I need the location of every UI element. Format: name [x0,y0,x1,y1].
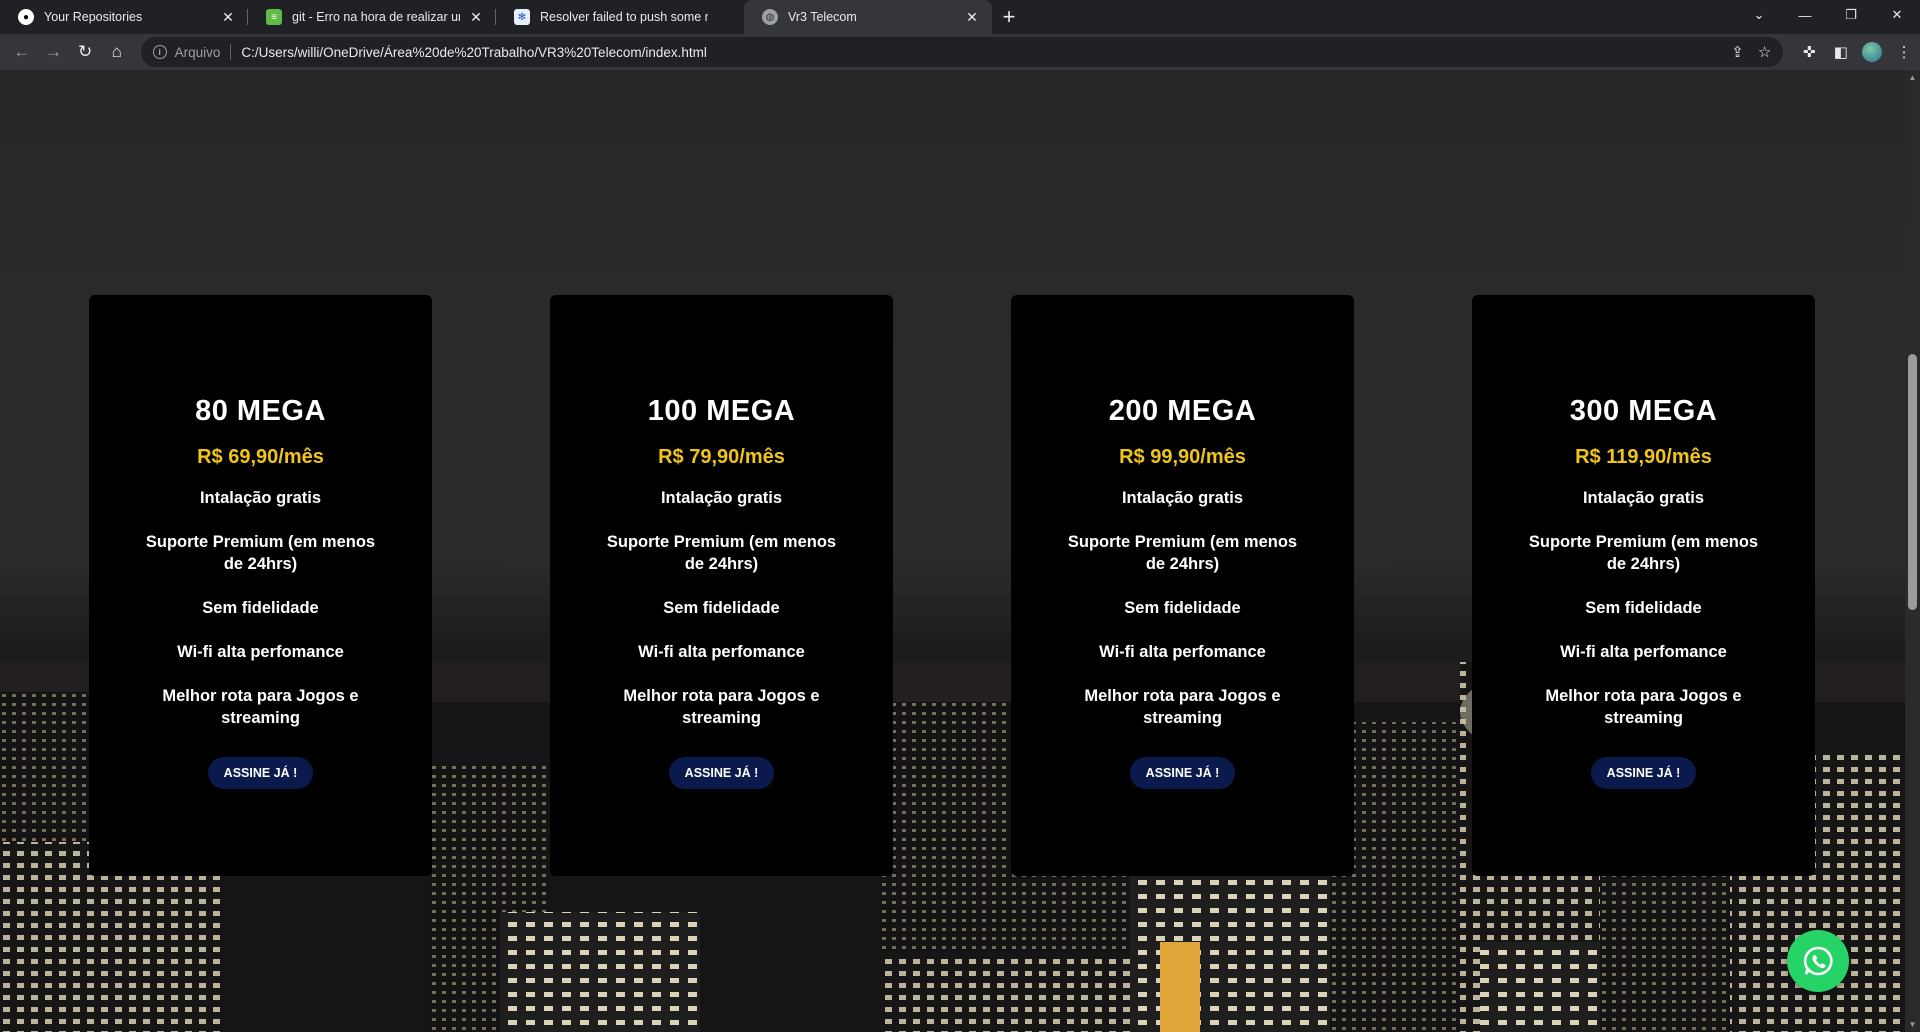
scroll-down-arrow[interactable]: ▼ [1905,1017,1920,1032]
close-window-button[interactable]: ✕ [1874,0,1920,30]
close-icon[interactable] [716,9,732,25]
feature-item: Suporte Premium (em menos de 24hrs) [145,533,376,573]
close-icon[interactable]: ✕ [468,9,484,25]
feature-list: Intalação gratis Suporte Premium (em men… [550,487,893,729]
new-tab-button[interactable]: + [992,0,1026,34]
close-icon[interactable]: ✕ [964,9,980,25]
tab-search-icon[interactable]: ⌄ [1736,0,1782,30]
plan-price: R$ 79,90/mês [658,446,785,468]
tab-strip: ● Your Repositories ✕ ≡ git - Erro na ho… [0,0,1920,34]
stackoverflow-icon: ≡ [266,9,282,25]
feature-item: Melhor rota para Jogos e streaming [162,687,359,727]
plan-title: 100 MEGA [647,395,796,427]
window-controls: ⌄ — ❐ ✕ [1736,0,1920,30]
scrollbar-thumb[interactable] [1908,354,1917,610]
plan-title: 80 MEGA [195,395,326,427]
feature-item: Intalação gratis [199,489,322,507]
tab-your-repositories[interactable]: ● Your Repositories ✕ [0,0,248,34]
feature-item: Melhor rota para Jogos e streaming [623,687,820,727]
page-viewport: 80 MEGA R$ 69,90/mês Intalação gratis Su… [0,70,1905,1032]
side-panel-icon[interactable]: ◧ [1825,38,1857,66]
close-icon[interactable]: ✕ [220,9,236,25]
tab-git-erro[interactable]: ≡ git - Erro na hora de realizar um ✕ [248,0,496,34]
feature-item: Sem fidelidade [1585,599,1702,617]
feature-item: Intalação gratis [1121,489,1244,507]
plan-card-200: 200 MEGA R$ 99,90/mês Intalação gratis S… [1011,295,1354,876]
scheme-label: Arquivo [174,44,221,60]
tab-title: Your Repositories [44,10,143,24]
feature-list: Intalação gratis Suporte Premium (em men… [89,487,432,729]
profile-avatar[interactable] [1857,38,1889,66]
back-button[interactable]: ← [6,38,38,66]
whatsapp-icon [1803,946,1833,976]
feature-item: Wi-fi alta perfomance [638,643,805,661]
feature-item: Wi-fi alta perfomance [177,643,344,661]
plan-price: R$ 99,90/mês [1119,446,1246,468]
github-icon: ● [18,9,34,25]
plan-title: 300 MEGA [1569,395,1718,427]
subscribe-button[interactable]: ASSINE JÁ ! [668,757,775,789]
feature-item: Sem fidelidade [1124,599,1241,617]
feature-item: Suporte Premium (em menos de 24hrs) [1528,533,1759,573]
feature-item: Melhor rota para Jogos e streaming [1084,687,1281,727]
subscribe-button[interactable]: ASSINE JÁ ! [207,757,314,789]
plan-title: 200 MEGA [1108,395,1257,427]
url-text[interactable]: C:/Users/willi/OneDrive/Área%20de%20Trab… [241,45,1717,60]
feature-item: Intalação gratis [660,489,783,507]
tab-title: Resolver failed to push some refs [540,10,708,24]
feature-item: Wi-fi alta perfomance [1560,643,1727,661]
plan-card-100: 100 MEGA R$ 79,90/mês Intalação gratis S… [550,295,893,876]
scroll-up-arrow[interactable]: ▲ [1905,70,1920,85]
tab-title: Vr3 Telecom [788,10,857,24]
reload-button[interactable]: ↻ [69,38,101,66]
address-bar[interactable]: i Arquivo C:/Users/willi/OneDrive/Área%2… [140,37,1784,67]
feature-item: Sem fidelidade [202,599,319,617]
subscribe-button[interactable]: ASSINE JÁ ! [1590,757,1697,789]
feature-item: Sem fidelidade [663,599,780,617]
restore-button[interactable]: ❐ [1828,0,1874,30]
avatar [1862,42,1883,62]
globe-icon: ◍ [762,9,778,25]
feature-item: Melhor rota para Jogos e streaming [1545,687,1742,727]
plan-price: R$ 119,90/mês [1575,446,1712,468]
divider [230,44,232,60]
site-icon: ✻ [514,9,530,25]
info-icon[interactable]: i [152,45,167,59]
browser-toolbar: ← → ↻ ⌂ i Arquivo C:/Users/willi/OneDriv… [0,34,1920,70]
plan-card-300: 300 MEGA R$ 119,90/mês Intalação gratis … [1472,295,1815,876]
feature-item: Suporte Premium (em menos de 24hrs) [606,533,837,573]
home-button[interactable]: ⌂ [101,38,133,66]
bookmark-star-icon[interactable]: ☆ [1758,43,1771,61]
share-icon[interactable]: ⇪ [1731,43,1744,61]
tab-resolver-failed[interactable]: ✻ Resolver failed to push some refs [496,0,744,34]
minimize-button[interactable]: — [1782,0,1828,30]
tab-vr3-telecom[interactable]: ◍ Vr3 Telecom ✕ [744,0,992,34]
subscribe-button[interactable]: ASSINE JÁ ! [1129,757,1236,789]
feature-item: Intalação gratis [1582,489,1705,507]
feature-item: Wi-fi alta perfomance [1099,643,1266,661]
plan-price: R$ 69,90/mês [197,446,324,468]
feature-list: Intalação gratis Suporte Premium (em men… [1472,487,1815,729]
extensions-icon[interactable]: ✜ [1793,38,1825,66]
page-scrollbar[interactable]: ▲ ▼ [1905,70,1920,1032]
whatsapp-button[interactable] [1787,930,1849,992]
feature-list: Intalação gratis Suporte Premium (em men… [1011,487,1354,729]
tab-title: git - Erro na hora de realizar um [292,10,460,24]
menu-icon[interactable]: ⋮ [1888,38,1920,66]
feature-item: Suporte Premium (em menos de 24hrs) [1067,533,1298,573]
plan-card-80: 80 MEGA R$ 69,90/mês Intalação gratis Su… [89,295,432,876]
forward-button[interactable]: → [38,38,70,66]
